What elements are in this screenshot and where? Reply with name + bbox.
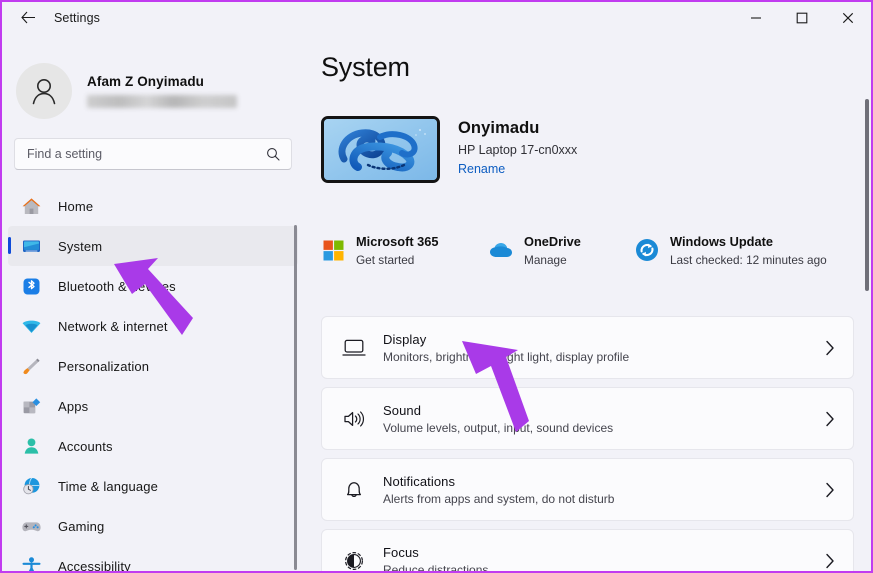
quicklink-subtitle: Manage — [524, 253, 567, 267]
quick-links: Microsoft 365 Get started OneDrive Manag… — [320, 233, 827, 267]
card-title: Notifications — [383, 473, 456, 489]
settings-card-focus[interactable]: Focus Reduce distractions — [321, 529, 854, 571]
card-title: Display — [383, 331, 427, 347]
chevron-right-icon — [825, 482, 835, 498]
sidebar-item-label: Time & language — [58, 478, 159, 494]
search-icon — [266, 147, 291, 161]
sidebar-item-label: System — [58, 238, 103, 254]
apps-icon — [20, 395, 42, 417]
speaker-icon — [337, 409, 371, 429]
sidebar-item-home[interactable]: Home — [8, 186, 298, 226]
sidebar-item-label: Home — [58, 198, 94, 214]
quicklink-subtitle: Get started — [356, 253, 415, 267]
minimize-button[interactable] — [733, 2, 779, 33]
gamepad-icon — [20, 515, 42, 537]
chevron-right-icon — [825, 340, 835, 356]
search-input[interactable] — [15, 147, 266, 161]
page-title: System — [321, 52, 410, 82]
window-title: Settings — [54, 10, 100, 25]
settings-card-display[interactable]: Display Monitors, brightness, night ligh… — [321, 316, 854, 379]
sidebar-item-label: Accessibility — [58, 558, 131, 573]
bluetooth-icon — [20, 275, 42, 297]
quicklink-title: Microsoft 365 — [356, 234, 439, 249]
user-name: Afam Z Onyimadu — [87, 74, 205, 90]
focus-moon-icon — [337, 550, 371, 572]
device-summary: Onyimadu HP Laptop 17-cn0xxx Rename — [321, 116, 577, 183]
system-monitor-icon — [20, 235, 42, 257]
avatar — [16, 63, 72, 119]
main-scrollbar[interactable] — [865, 99, 869, 291]
sidebar-item-network-internet[interactable]: Network & internet — [8, 306, 298, 346]
sidebar-item-apps[interactable]: Apps — [8, 386, 298, 426]
windows-11-bloom-wallpaper — [324, 119, 437, 180]
monitor-icon — [337, 338, 371, 358]
wifi-icon — [20, 315, 42, 337]
minimize-icon — [751, 16, 761, 19]
quicklink-title: Windows Update — [670, 234, 773, 249]
close-icon — [842, 12, 854, 23]
person-icon — [32, 79, 56, 105]
search-box[interactable] — [14, 138, 292, 170]
sidebar-item-gaming[interactable]: Gaming — [8, 506, 298, 546]
quicklink-windows-update[interactable]: Windows Update Last checked: 12 minutes … — [634, 233, 827, 267]
microsoft-logo-icon — [320, 237, 346, 263]
maximize-icon — [796, 12, 808, 23]
settings-card-sound[interactable]: Sound Volume levels, output, input, soun… — [321, 387, 854, 450]
window-controls — [733, 2, 871, 33]
clock-globe-icon — [20, 475, 42, 497]
sidebar-item-personalization[interactable]: Personalization — [8, 346, 298, 386]
quicklink-title: OneDrive — [524, 234, 581, 249]
maximize-button[interactable] — [779, 2, 825, 33]
close-button[interactable] — [825, 2, 871, 33]
device-name: Onyimadu — [458, 119, 540, 137]
sidebar-item-label: Apps — [58, 398, 89, 414]
sidebar: Afam Z Onyimadu Find a setting Home Syst… — [2, 33, 304, 571]
sidebar-scrollbar[interactable] — [294, 225, 297, 570]
paintbrush-icon — [20, 355, 42, 377]
sidebar-item-system[interactable]: System — [8, 226, 298, 266]
sidebar-item-label: Personalization — [58, 358, 150, 374]
card-title: Sound — [383, 402, 422, 418]
user-profile[interactable]: Afam Z Onyimadu — [16, 63, 237, 119]
onedrive-cloud-icon — [488, 237, 514, 263]
sidebar-item-label: Bluetooth & devices — [58, 278, 176, 294]
quicklink-microsoft-365[interactable]: Microsoft 365 Get started — [320, 233, 488, 267]
back-button[interactable] — [12, 2, 44, 33]
card-subtitle: Alerts from apps and system, do not dist… — [383, 491, 615, 506]
sidebar-item-label: Gaming — [58, 518, 105, 534]
title-bar: Settings — [2, 2, 871, 33]
sidebar-item-time-language[interactable]: Time & language — [8, 466, 298, 506]
account-person-icon — [20, 435, 42, 457]
sidebar-item-label: Network & internet — [58, 318, 168, 334]
device-model: HP Laptop 17-cn0xxx — [458, 143, 578, 157]
device-thumbnail — [321, 116, 440, 183]
sidebar-item-accounts[interactable]: Accounts — [8, 426, 298, 466]
sidebar-nav: Home System Bluetooth & devices Network … — [2, 186, 304, 571]
selection-indicator — [8, 237, 11, 254]
card-subtitle: Reduce distractions — [383, 562, 489, 572]
main-content: System Onyimadu HP Laptop 17-cn0xxx Rena… — [304, 33, 871, 571]
card-subtitle: Monitors, brightness, night light, displ… — [383, 349, 630, 364]
settings-card-list: Display Monitors, brightness, night ligh… — [321, 316, 854, 571]
card-subtitle: Volume levels, output, input, sound devi… — [383, 420, 614, 435]
rename-link[interactable]: Rename — [458, 162, 577, 176]
chevron-right-icon — [825, 553, 835, 569]
user-email-redacted — [87, 94, 237, 108]
bell-icon — [337, 479, 371, 501]
card-title: Focus — [383, 544, 419, 560]
home-icon — [20, 195, 42, 217]
chevron-right-icon — [825, 411, 835, 427]
windows-update-sync-icon — [634, 237, 660, 263]
sidebar-item-bluetooth-devices[interactable]: Bluetooth & devices — [8, 266, 298, 306]
sidebar-item-accessibility[interactable]: Accessibility — [8, 546, 298, 573]
back-arrow-icon — [20, 11, 35, 24]
quicklink-onedrive[interactable]: OneDrive Manage — [488, 233, 634, 267]
settings-window: Settings Afam Z Onyimadu Find a setting … — [0, 0, 873, 573]
accessibility-person-icon — [20, 555, 42, 571]
quicklink-subtitle: Last checked: 12 minutes ago — [670, 253, 827, 267]
settings-card-notifications[interactable]: Notifications Alerts from apps and syste… — [321, 458, 854, 521]
sidebar-item-label: Accounts — [58, 438, 113, 454]
